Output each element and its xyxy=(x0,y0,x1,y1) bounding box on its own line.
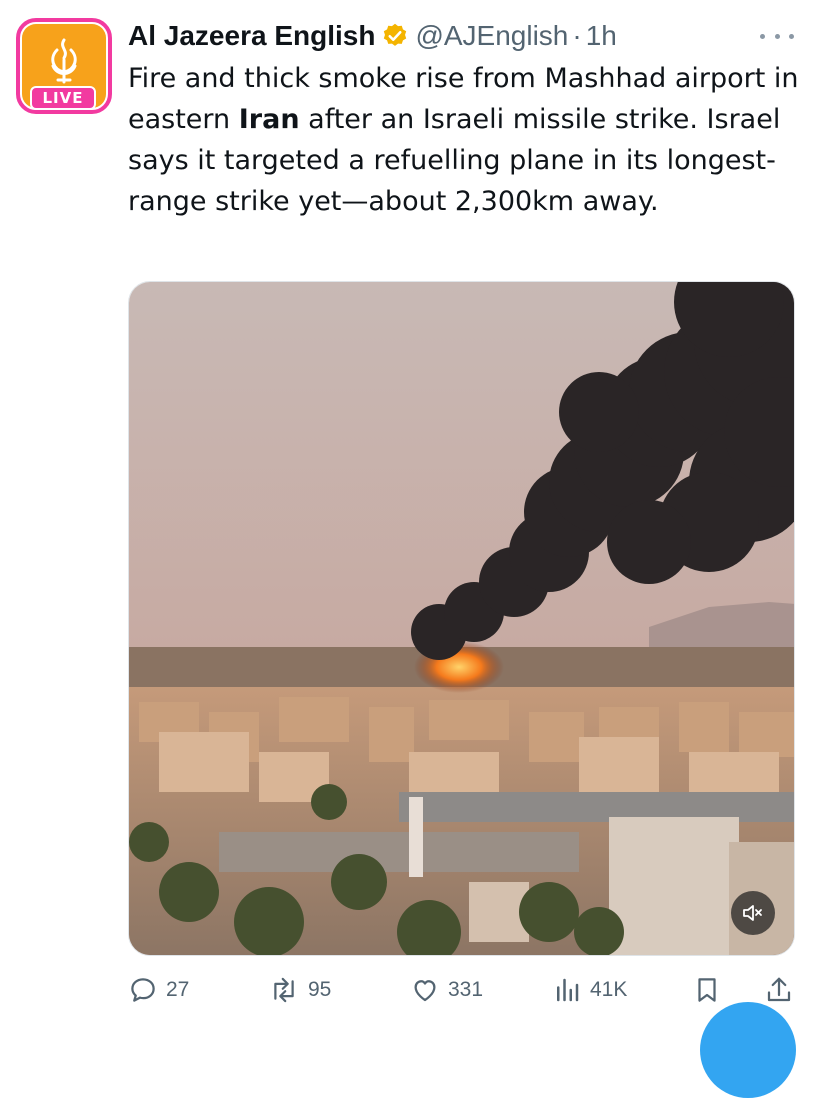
like-icon xyxy=(414,980,436,1002)
like-button[interactable]: 331 xyxy=(410,968,483,1012)
repost-count: 95 xyxy=(308,978,332,1001)
reply-button[interactable]: 27 xyxy=(128,968,189,1012)
like-count: 331 xyxy=(448,978,484,1001)
bookmark-icon xyxy=(698,978,716,1002)
account-handle[interactable]: @AJEnglish xyxy=(415,20,568,52)
live-badge: LIVE xyxy=(30,86,96,110)
compose-fab-button[interactable] xyxy=(700,1002,796,1098)
reply-icon xyxy=(131,978,155,1002)
share-icon xyxy=(767,977,791,1002)
views-icon xyxy=(557,978,579,1002)
views-count: 41K xyxy=(590,978,628,1001)
tweet-timestamp[interactable]: 1h xyxy=(586,20,617,52)
tweet-header: Al Jazeera English @AJEnglish · 1h xyxy=(128,16,617,56)
reply-count: 27 xyxy=(166,978,190,1001)
repost-icon xyxy=(274,977,294,1003)
tweet-text-bold[interactable]: Iran xyxy=(239,104,300,135)
verified-badge-icon[interactable] xyxy=(381,22,409,50)
video-frame xyxy=(129,282,794,955)
separator-dot: · xyxy=(572,20,582,51)
video-player[interactable] xyxy=(128,281,795,956)
tweet-text: Fire and thick smoke rise from Mashhad a… xyxy=(128,58,800,222)
al-jazeera-logo-icon xyxy=(51,38,77,84)
mute-icon[interactable] xyxy=(731,891,775,935)
more-options-icon[interactable] xyxy=(760,28,794,44)
account-name[interactable]: Al Jazeera English xyxy=(128,20,375,52)
share-button[interactable] xyxy=(764,968,794,1012)
repost-button[interactable]: 95 xyxy=(268,968,331,1012)
bookmark-button[interactable] xyxy=(692,968,722,1012)
tweet-action-bar: 27 95 331 41K xyxy=(128,968,800,1012)
views-button[interactable]: 41K xyxy=(552,968,627,1012)
